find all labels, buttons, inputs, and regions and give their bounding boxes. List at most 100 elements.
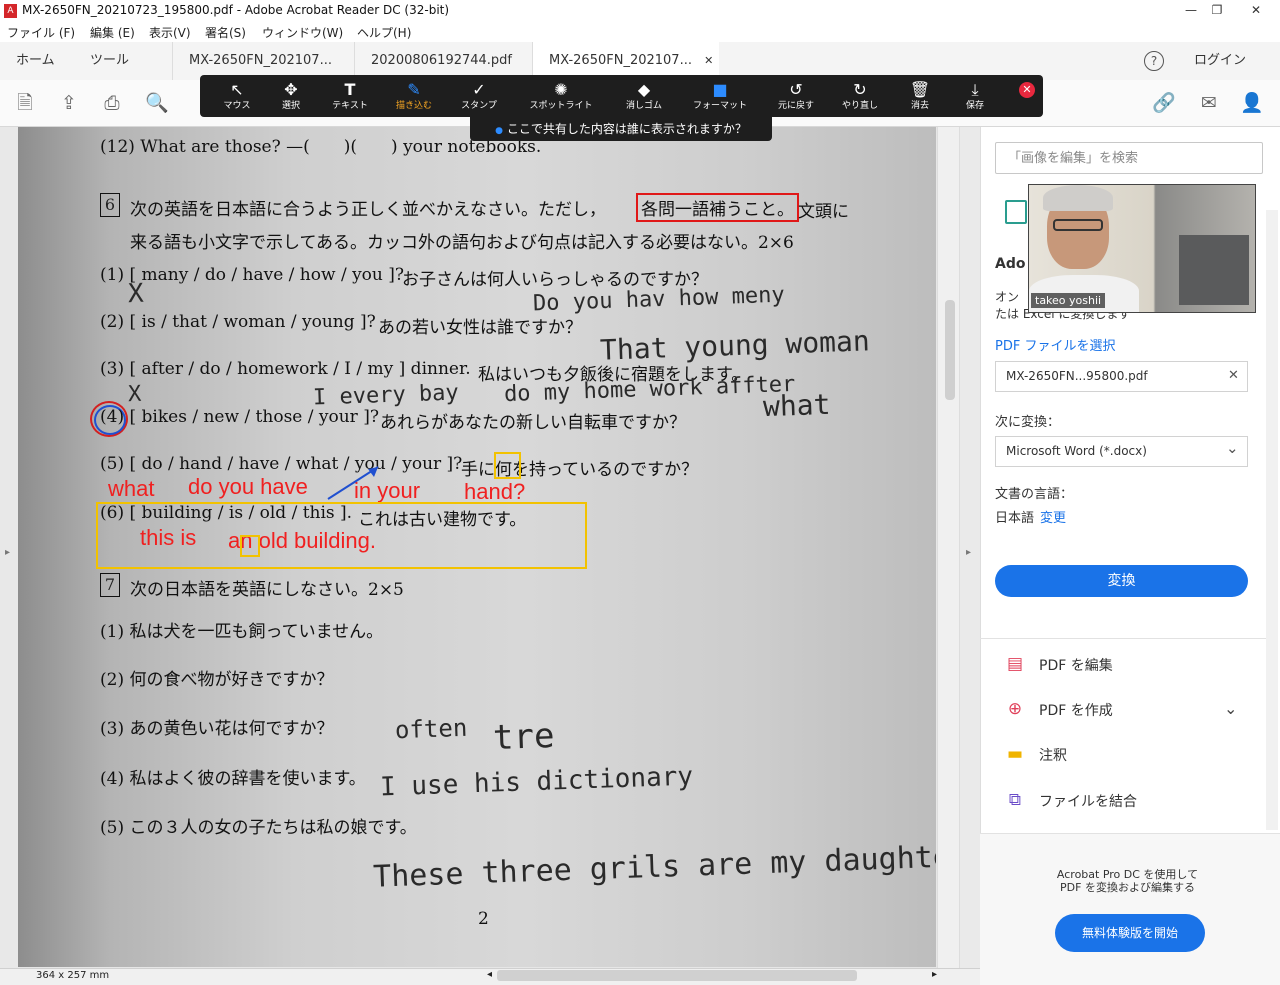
tool-draw[interactable]: ✎ 描き込む	[384, 80, 444, 112]
tool-combine-files[interactable]: ファイルを結合	[1039, 791, 1137, 811]
vertical-scrollbar[interactable]	[937, 127, 960, 968]
spotlight-icon: ✺	[554, 80, 568, 99]
menu-sign[interactable]: 署名(S)	[205, 24, 246, 41]
menu-file[interactable]: ファイル (F)	[7, 24, 75, 41]
section-6-instr-b: 文頭に	[798, 202, 849, 222]
s2: (2) 何の食べ物が好きですか？	[100, 670, 334, 690]
left-panel-strip[interactable]: ▸	[0, 127, 18, 968]
tool-spotlight[interactable]: ✺ スポットライト	[523, 80, 599, 112]
hw-often: often	[394, 713, 468, 745]
section-6-instr-a: 次の英語を日本語に合うよう正しく並べかえなさい。ただし，	[130, 200, 606, 220]
save-icon[interactable]: 🗎	[12, 90, 38, 116]
trash-icon: 🗑	[909, 80, 931, 99]
language-label: 文書の言語：	[995, 487, 1074, 502]
tool-select[interactable]: ✥ 選択	[261, 80, 321, 112]
tab-tools[interactable]: ツール	[90, 42, 129, 80]
select-icon: ✥	[284, 80, 298, 99]
combine-icon: ⧉	[1008, 790, 1022, 810]
share-visibility-notice[interactable]: ● ここで共有した内容は誰に表示されますか？	[470, 117, 772, 141]
menu-help[interactable]: ヘルプ(H)	[357, 24, 411, 41]
tool-stamp[interactable]: ✓ スタンプ	[449, 80, 509, 112]
tool-comment[interactable]: 注釈	[1039, 745, 1067, 765]
s5: (5) この３人の女の子たちは私の娘です。	[100, 818, 417, 838]
q2-ja: あの若い女性は誰ですか？	[378, 318, 582, 338]
pdf-page: (12) What are those? —( )( ) your notebo…	[18, 127, 936, 967]
panel-heading: Ado	[995, 256, 1026, 272]
convert-button[interactable]: 変換	[995, 565, 1248, 597]
language-change-link[interactable]: 変更	[1040, 507, 1066, 526]
panel-collapse-icon[interactable]: ▸	[966, 547, 971, 558]
scroll-right-icon[interactable]: ▸	[932, 969, 937, 980]
page-number: 2	[478, 909, 489, 929]
select-pdf-link[interactable]: PDF ファイルを選択	[995, 335, 1115, 354]
close-window-button[interactable]: ✕	[1234, 1, 1278, 19]
tool-redo[interactable]: ↻ やり直し	[830, 80, 890, 112]
minimize-button[interactable]: —	[1178, 1, 1204, 19]
tool-mouse[interactable]: ↖ マウス	[207, 80, 267, 112]
menu-window[interactable]: ウィンドウ(W)	[262, 24, 343, 41]
tool-undo-label: 元に戻す	[777, 101, 814, 111]
clear-file-icon[interactable]: ✕	[1228, 368, 1239, 383]
tool-text-label: テキスト	[332, 101, 368, 111]
text-icon: T	[344, 80, 356, 99]
print-icon[interactable]: ⎙	[99, 90, 125, 116]
link-icon[interactable]: 🔗	[1151, 90, 1177, 116]
video-glasses	[1053, 219, 1103, 231]
chevron-down-icon[interactable]: ⌄	[1226, 439, 1239, 457]
tab-home[interactable]: ホーム	[16, 42, 55, 80]
tool-draw-label: 描き込む	[395, 101, 432, 111]
tool-eraser[interactable]: ◆ 消しゴム	[614, 80, 674, 112]
zoom-icon[interactable]: 🔍	[144, 90, 170, 116]
annotation-close-icon[interactable]: ✕	[1019, 82, 1035, 98]
pen-icon: ✎	[407, 80, 421, 99]
format-select-value: Microsoft Word (*.docx)	[1006, 444, 1147, 458]
q1: (1) [ many / do / have / how / you ]?	[100, 265, 405, 285]
person-icon: ●	[495, 126, 503, 136]
free-trial-button[interactable]: 無料体験版を開始	[1055, 914, 1205, 952]
q6: (6) [ building / is / old / this ].	[100, 503, 353, 523]
left-expand-icon[interactable]: ▸	[5, 547, 10, 558]
tool-save[interactable]: ⤓ 保存	[945, 80, 1005, 112]
vertical-scroll-thumb[interactable]	[945, 300, 955, 400]
tab-doc-3-label: MX-2650FN_202107...	[549, 53, 692, 68]
q4-ja: あれらがあなたの新しい自転車ですか？	[380, 413, 686, 433]
right-panel-scrollbar[interactable]	[1266, 210, 1278, 830]
tool-edit-pdf[interactable]: PDF を編集	[1039, 655, 1113, 675]
hw-x-2: X	[127, 381, 142, 408]
format-icon: ■	[712, 80, 728, 99]
tab-close-icon[interactable]: ✕	[704, 54, 713, 67]
maximize-button[interactable]: ❐	[1204, 1, 1230, 19]
menu-view[interactable]: 表示(V)	[149, 24, 191, 41]
login-link[interactable]: ログイン	[1194, 42, 1246, 80]
tool-create-pdf[interactable]: PDF を作成	[1039, 700, 1113, 720]
section-7-number: 7	[100, 573, 120, 597]
tools-search-input[interactable]: 「画像を編集」を検索	[995, 142, 1263, 174]
redo-icon: ↻	[853, 80, 867, 99]
save-annotation-icon: ⤓	[971, 80, 979, 99]
scroll-left-icon[interactable]: ◂	[487, 969, 492, 980]
horizontal-scroll-thumb[interactable]	[497, 970, 857, 981]
tool-clear[interactable]: 🗑 消去	[890, 80, 950, 112]
red-this-is: this is	[140, 525, 197, 550]
hw-these-three-girls: These three grils are my daughters	[372, 838, 936, 895]
tool-undo[interactable]: ↺ 元に戻す	[766, 80, 826, 112]
menu-edit[interactable]: 編集 (E)	[90, 24, 135, 41]
menu-bar: ファイル (F) 編集 (E) 表示(V) 署名(S) ウィンドウ(W) ヘルプ…	[0, 22, 1280, 42]
acrobat-logo-icon: A	[4, 4, 17, 18]
add-user-icon[interactable]: 👤	[1239, 90, 1265, 116]
help-icon[interactable]: ?	[1144, 51, 1164, 71]
upload-icon[interactable]: ⇪	[56, 90, 82, 116]
hw-what: what	[762, 387, 831, 424]
tool-redo-label: やり直し	[841, 101, 878, 111]
selected-file-field[interactable]: MX-2650FN...95800.pdf	[995, 361, 1248, 392]
red-what: what	[108, 476, 155, 501]
tool-format[interactable]: ■ フォーマット	[690, 80, 750, 112]
mail-icon[interactable]: ✉	[1196, 90, 1222, 116]
tool-format-label: フォーマット	[692, 101, 747, 111]
tool-text[interactable]: T テキスト	[320, 80, 380, 112]
expand-chevron-icon[interactable]: ⌄	[1224, 699, 1237, 718]
format-select[interactable]: Microsoft Word (*.docx)	[995, 436, 1248, 467]
video-thumbnail[interactable]: takeo yoshii	[1028, 184, 1256, 313]
hw-tre: tre	[492, 715, 556, 759]
right-panel-toggle-strip[interactable]: ▸	[959, 127, 980, 968]
